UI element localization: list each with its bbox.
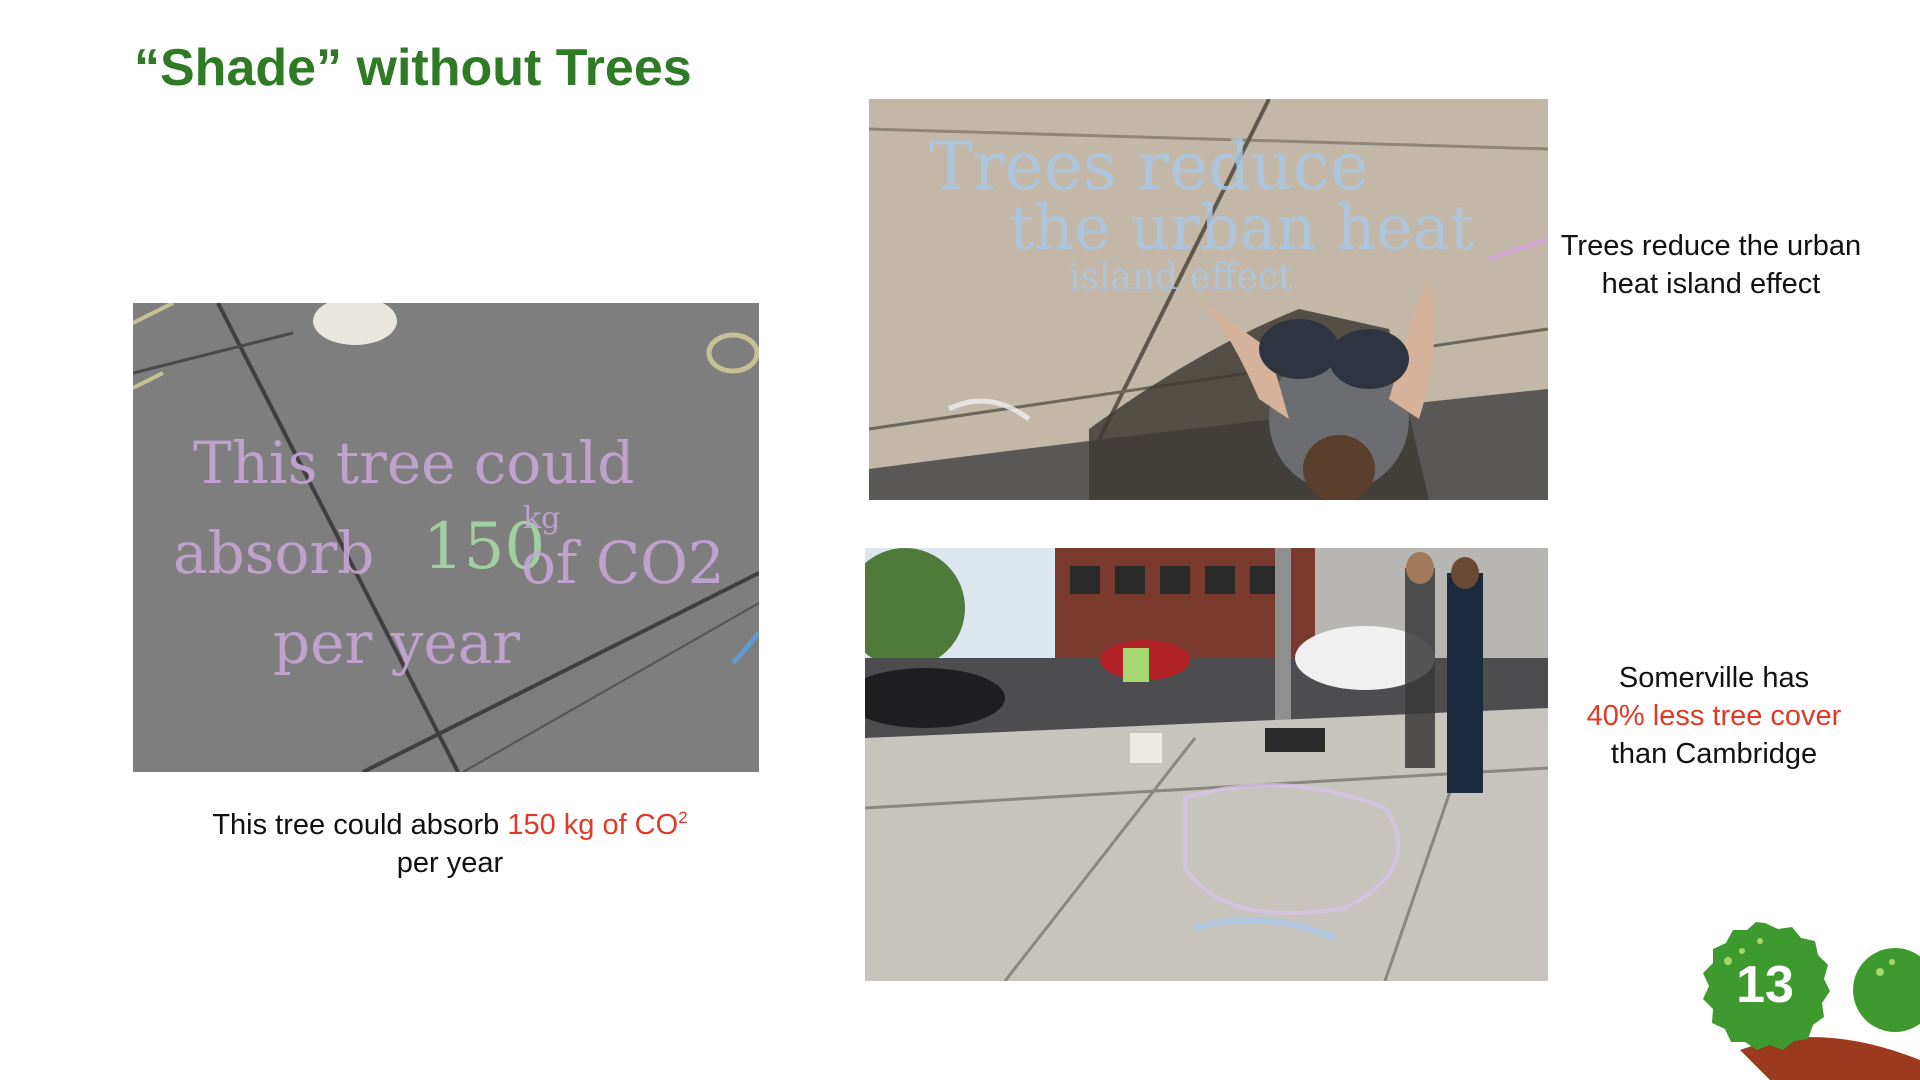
chalk-line-3: per year (273, 609, 520, 677)
caption-cover-highlight: 40% less tree cover (1586, 700, 1842, 732)
slide-title: “Shade” without Trees (134, 39, 692, 97)
chalk-line-1: This tree could (193, 429, 634, 497)
chalk-heat-line-3: island effect (1069, 257, 1293, 298)
chalk-line-2a: absorb (173, 519, 374, 587)
caption-co2-text: This tree could absorb (212, 809, 508, 841)
page-number: 13 (1736, 956, 1794, 1014)
chalk-heat-line-2: the urban heat (1009, 191, 1475, 264)
chalk-line-2b: of CO2 (521, 529, 725, 597)
caption-co2-highlight: 150 kg of CO (507, 809, 679, 841)
photo-street-scene (865, 548, 1548, 981)
caption-tree-cover: Somerville has 40% less tree cover than … (1556, 659, 1872, 773)
caption-co2-per-year: per year (396, 847, 504, 879)
photo-person-chalk-drawing: Trees reduce the urban heat island effec… (869, 99, 1548, 500)
page-number-badge: 13 (1700, 921, 1830, 1051)
caption-cover-line-3: than Cambridge (1610, 738, 1818, 770)
caption-heat-island: Trees reduce the urban heat island effec… (1560, 230, 1862, 300)
caption-co2-superscript: 2 (678, 808, 688, 827)
caption-co2-absorption: This tree could absorb 150 kg of CO2 per… (150, 799, 750, 882)
photo-chalk-co2: This tree could absorb 150 kg of CO2 per… (133, 303, 759, 772)
caption-cover-line-1: Somerville has (1618, 662, 1810, 694)
